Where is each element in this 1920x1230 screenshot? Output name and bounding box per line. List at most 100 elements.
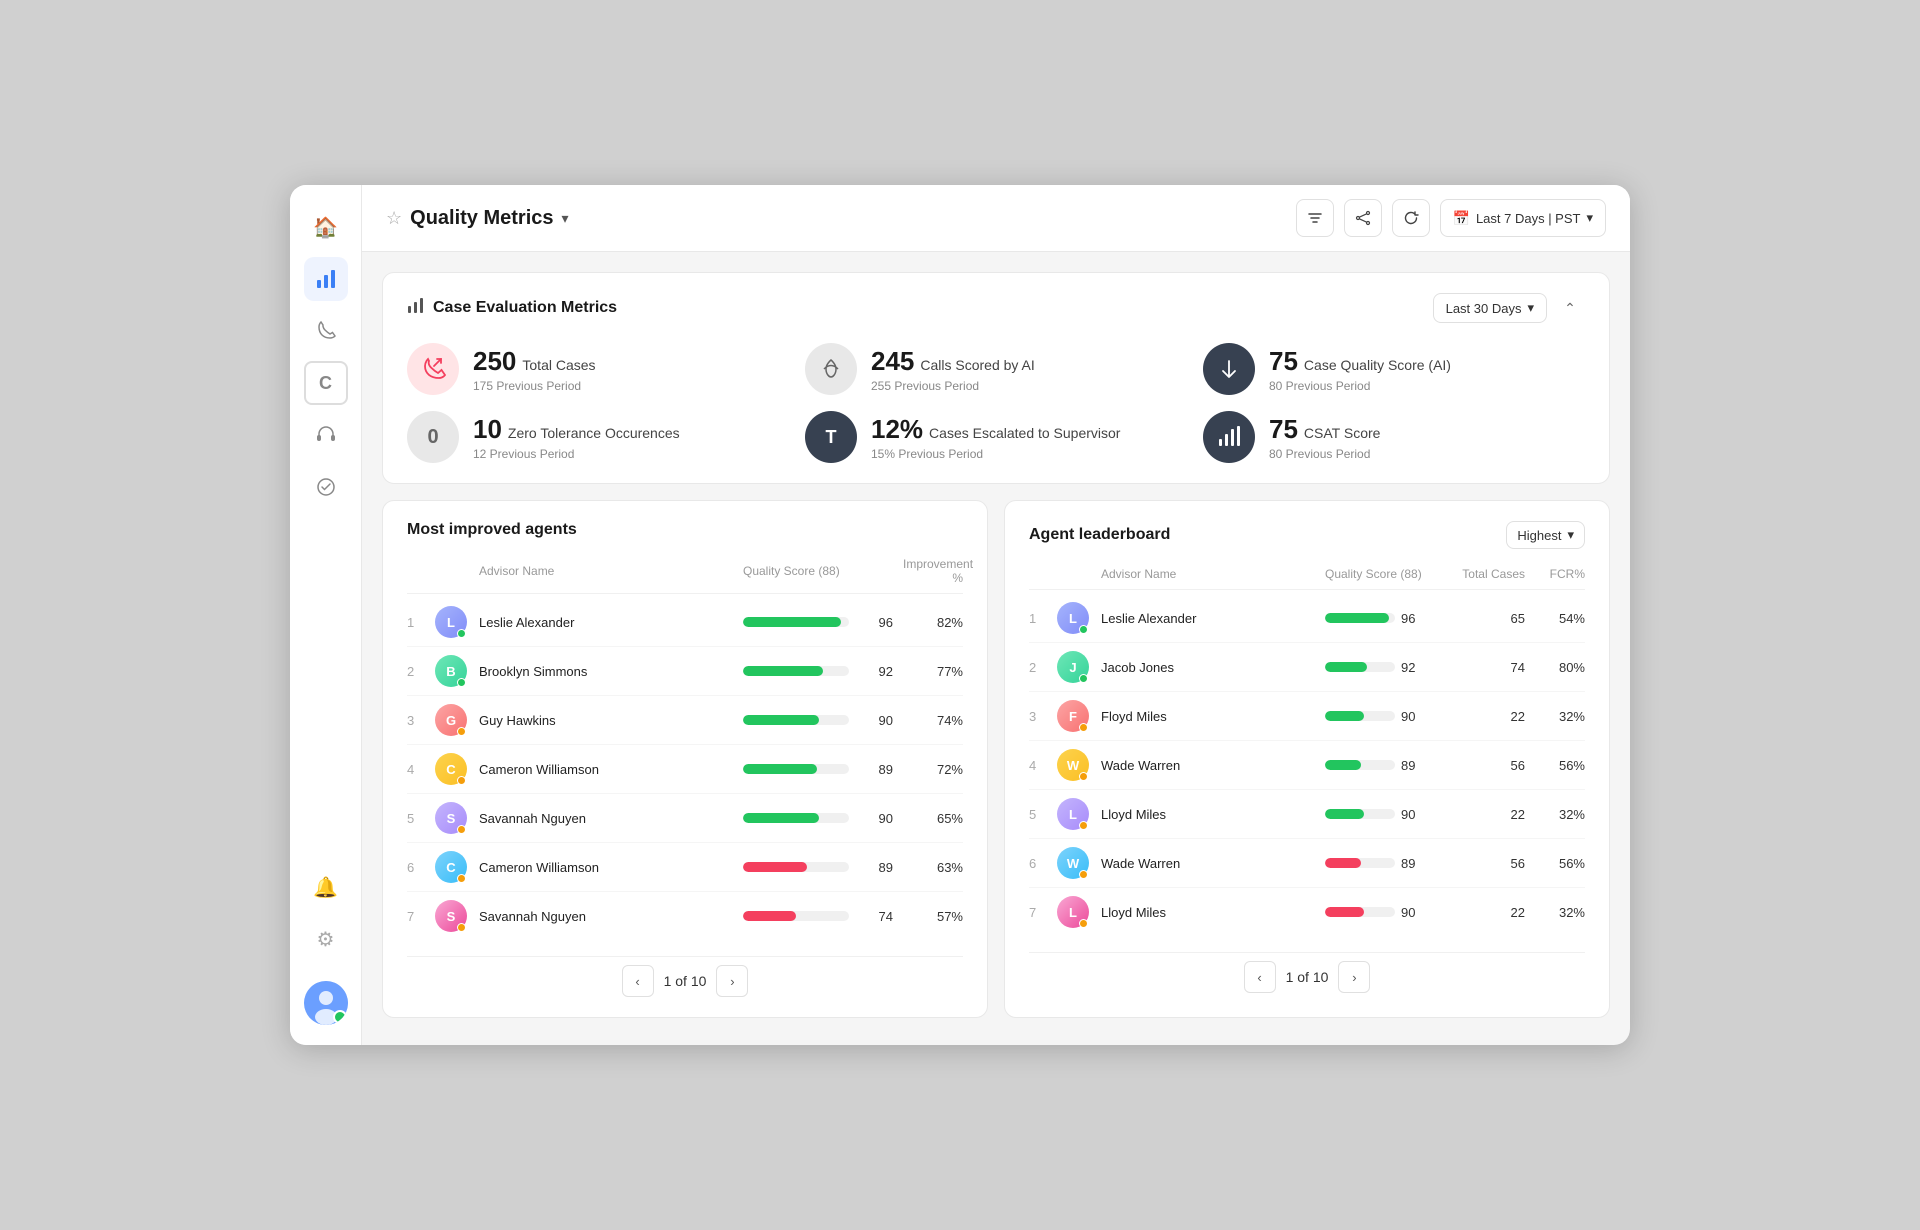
bar-cell: 89 xyxy=(743,762,903,777)
table-row: 1 L Leslie Alexander 96 82% xyxy=(407,598,963,647)
score-value: 90 xyxy=(857,713,893,728)
lb-next-page-button[interactable]: › xyxy=(1338,961,1370,993)
bar-chart-icon xyxy=(407,297,425,320)
improvement-value: 72% xyxy=(903,762,963,777)
star-icon[interactable]: ☆ xyxy=(386,208,402,229)
sort-select[interactable]: Highest ▾ xyxy=(1506,521,1585,549)
sidebar-item-activity[interactable] xyxy=(304,465,348,509)
rank-number: 6 xyxy=(407,860,435,875)
metric-csat: 75 CSAT Score 80 Previous Period xyxy=(1203,411,1585,463)
lb-rank-number: 4 xyxy=(1029,758,1057,773)
lb-status-dot xyxy=(1079,919,1088,928)
main-content: ☆ Quality Metrics ▾ xyxy=(362,185,1630,1045)
metrics-title: Case Evaluation Metrics xyxy=(433,299,617,317)
table-row: 5 L Lloyd Miles 90 22 32% xyxy=(1029,790,1585,839)
lb-agent-name: Leslie Alexander xyxy=(1101,611,1325,626)
sidebar-item-notifications[interactable]: 🔔 xyxy=(304,865,348,909)
lb-bar-fill xyxy=(1325,662,1367,672)
score-value: 90 xyxy=(857,811,893,826)
lb-bar-cell: 96 xyxy=(1325,611,1445,626)
bar-cell: 89 xyxy=(743,860,903,875)
table-row: 2 J Jacob Jones 92 74 80% xyxy=(1029,643,1585,692)
metric-label-calls-scored: Calls Scored by AI xyxy=(920,357,1034,373)
improved-agents-pagination: ‹ 1 of 10 › xyxy=(407,956,963,997)
bar-fill xyxy=(743,764,817,774)
metric-label-zero-tolerance: Zero Tolerance Occurences xyxy=(508,425,680,441)
lb-avatar-wrap: L xyxy=(1057,896,1101,928)
table-row: 7 S Savannah Nguyen 74 57% xyxy=(407,892,963,940)
refresh-button[interactable] xyxy=(1392,199,1430,237)
sidebar-item-analytics[interactable] xyxy=(304,257,348,301)
sidebar-item-headset[interactable] xyxy=(304,413,348,457)
agent-name: Guy Hawkins xyxy=(479,713,743,728)
leaderboard-panel: Agent leaderboard Highest ▾ Advisor Name… xyxy=(1004,500,1610,1018)
status-dot xyxy=(457,678,466,687)
bar-fill xyxy=(743,617,841,627)
avatar-wrap: C xyxy=(435,851,479,883)
lb-fcr-value: 56% xyxy=(1525,856,1585,871)
title-chevron-icon[interactable]: ▾ xyxy=(562,210,569,227)
status-dot xyxy=(457,874,466,883)
page-title: Quality Metrics xyxy=(410,207,553,230)
sort-chevron-icon: ▾ xyxy=(1567,527,1574,543)
lb-rank-number: 3 xyxy=(1029,709,1057,724)
leaderboard-rows: 1 L Leslie Alexander 96 65 54% 2 J Jacob… xyxy=(1029,594,1585,936)
sidebar-item-settings[interactable]: ⚙ xyxy=(304,917,348,961)
score-value: 92 xyxy=(857,664,893,679)
period-chevron-icon: ▾ xyxy=(1527,300,1534,316)
table-row: 4 C Cameron Williamson 89 72% xyxy=(407,745,963,794)
sidebar-item-c[interactable]: C xyxy=(304,361,348,405)
table-row: 5 S Savannah Nguyen 90 65% xyxy=(407,794,963,843)
next-page-button[interactable]: › xyxy=(716,965,748,997)
bar-cell: 96 xyxy=(743,615,903,630)
header-right: 📅 Last 7 Days | PST ▾ xyxy=(1296,199,1607,237)
lb-rank-number: 2 xyxy=(1029,660,1057,675)
lb-bar-track xyxy=(1325,760,1395,770)
bar-track xyxy=(743,666,849,676)
lb-bar-track xyxy=(1325,613,1395,623)
lb-avatar-wrap: L xyxy=(1057,602,1101,634)
metric-sub-total-cases: 175 Previous Period xyxy=(473,379,596,393)
lb-col-header-quality: Quality Score (88) xyxy=(1325,567,1445,581)
sidebar-item-home[interactable]: 🏠 xyxy=(304,205,348,249)
metric-zero-tolerance: 0 10 Zero Tolerance Occurences 12 Previo… xyxy=(407,411,789,463)
rank-number: 4 xyxy=(407,762,435,777)
period-select[interactable]: Last 30 Days ▾ xyxy=(1433,293,1547,323)
metric-sub-csat: 80 Previous Period xyxy=(1269,447,1380,461)
prev-page-button[interactable]: ‹ xyxy=(622,965,654,997)
bar-fill xyxy=(743,715,819,725)
rank-number: 1 xyxy=(407,615,435,630)
status-dot xyxy=(457,629,466,638)
lb-bar-track xyxy=(1325,858,1395,868)
lb-agent-name: Wade Warren xyxy=(1101,758,1325,773)
agent-name: Savannah Nguyen xyxy=(479,811,743,826)
lb-prev-page-button[interactable]: ‹ xyxy=(1244,961,1276,993)
lb-bar-cell: 90 xyxy=(1325,709,1445,724)
avatar[interactable] xyxy=(304,981,348,1025)
date-filter-button[interactable]: 📅 Last 7 Days | PST ▾ xyxy=(1440,199,1607,237)
lb-bar-fill xyxy=(1325,907,1364,917)
sort-label: Highest xyxy=(1517,528,1561,543)
lb-status-dot xyxy=(1079,723,1088,732)
filter-button[interactable] xyxy=(1296,199,1334,237)
sidebar-item-calls[interactable] xyxy=(304,309,348,353)
metrics-card: Case Evaluation Metrics Last 30 Days ▾ ⌃ xyxy=(382,272,1610,484)
metric-label-csat: CSAT Score xyxy=(1304,425,1381,441)
lb-col-header-cases: Total Cases xyxy=(1445,567,1525,581)
leaderboard-title: Agent leaderboard xyxy=(1029,526,1170,544)
metric-label-escalated: Cases Escalated to Supervisor xyxy=(929,425,1120,441)
avatar-wrap: C xyxy=(435,753,479,785)
improvement-value: 63% xyxy=(903,860,963,875)
bar-fill xyxy=(743,813,819,823)
lb-bar-cell: 90 xyxy=(1325,807,1445,822)
collapse-button[interactable]: ⌃ xyxy=(1555,293,1585,323)
metric-escalated: T 12% Cases Escalated to Supervisor 15% … xyxy=(805,411,1187,463)
metric-sub-quality-score: 80 Previous Period xyxy=(1269,379,1451,393)
metric-info-calls-scored: 245 Calls Scored by AI 255 Previous Peri… xyxy=(871,346,1035,393)
bar-track xyxy=(743,911,849,921)
metric-number-total-cases: 250 xyxy=(473,346,516,377)
metric-info-escalated: 12% Cases Escalated to Supervisor 15% Pr… xyxy=(871,414,1120,461)
metric-info-zero-tolerance: 10 Zero Tolerance Occurences 12 Previous… xyxy=(473,414,680,461)
share-button[interactable] xyxy=(1344,199,1382,237)
table-row: 4 W Wade Warren 89 56 56% xyxy=(1029,741,1585,790)
